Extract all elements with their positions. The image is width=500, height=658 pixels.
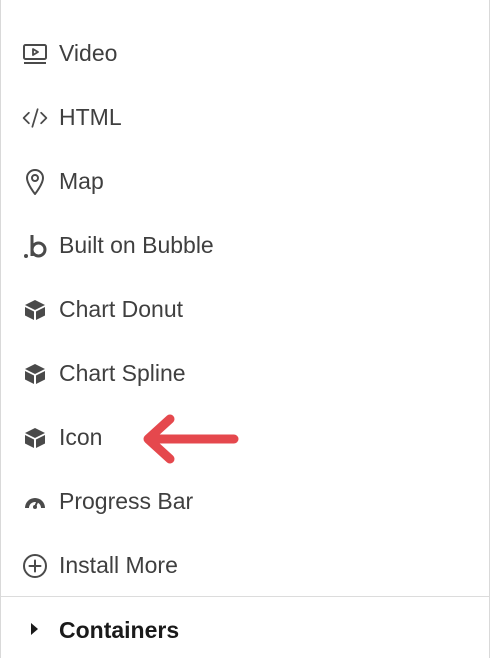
list-item-label: Icon <box>59 424 103 450</box>
right-gutter <box>490 0 500 658</box>
list-item-video[interactable]: Video <box>1 20 489 84</box>
caret-right-icon <box>31 623 38 635</box>
list-item-label: Chart Spline <box>59 360 186 386</box>
video-icon <box>21 40 49 68</box>
section-header-containers[interactable]: Containers <box>1 597 489 658</box>
plus-circle-icon <box>21 552 49 580</box>
list-item-install-more[interactable]: Install More <box>1 532 489 596</box>
cube-icon <box>21 424 49 452</box>
list-item-map[interactable]: Map <box>1 148 489 212</box>
list-item-label: Built on Bubble <box>59 232 214 258</box>
element-list: Video HTML Map Built on Bubble Chart Don… <box>1 20 489 596</box>
map-pin-icon <box>21 168 49 196</box>
list-item-label: Install More <box>59 552 178 578</box>
list-item-label: Progress Bar <box>59 488 194 514</box>
list-item-html[interactable]: HTML <box>1 84 489 148</box>
list-item-label: Map <box>59 168 104 194</box>
bubble-logo-icon <box>21 232 49 260</box>
list-item-label: Chart Donut <box>59 296 184 322</box>
list-item-chart-donut[interactable]: Chart Donut <box>1 276 489 340</box>
cube-icon <box>21 360 49 388</box>
gauge-icon <box>21 488 49 516</box>
list-item-built-on-bubble[interactable]: Built on Bubble <box>1 212 489 276</box>
list-item-icon[interactable]: Icon <box>1 404 489 468</box>
list-item-chart-spline[interactable]: Chart Spline <box>1 340 489 404</box>
cube-icon <box>21 296 49 324</box>
element-palette-panel: Video HTML Map Built on Bubble Chart Don… <box>0 0 490 658</box>
code-icon <box>21 104 49 132</box>
list-item-label: HTML <box>59 104 122 130</box>
list-item-progress-bar[interactable]: Progress Bar <box>1 468 489 532</box>
list-item-label: Video <box>59 40 118 66</box>
section-label: Containers <box>59 617 180 643</box>
